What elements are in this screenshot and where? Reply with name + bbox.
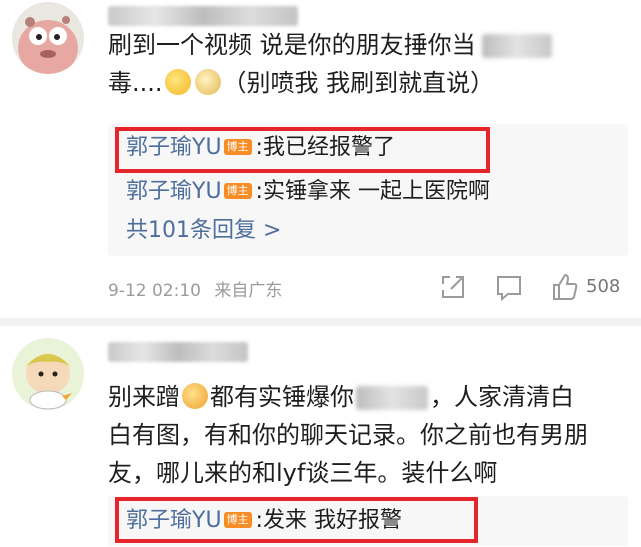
star-emoji-icon (194, 69, 221, 95)
comment-2: 别来蹭 都有实锤爆你 ，人家清清白 白有图，有和你的聊天记录。你之前也有男朋 友，哪… (0, 326, 641, 547)
reply-author[interactable]: 郭子瑜YU (126, 179, 222, 204)
like-count: 508 (586, 276, 621, 297)
comment-meta: 9-12 02:10 来自广东 (108, 276, 282, 301)
comment-source: 来自广东 (214, 281, 283, 301)
avatar[interactable] (12, 338, 84, 410)
reply-text: :实锤拿来 一起上医院啊 (255, 179, 490, 204)
comment-1: 刷到一个视频 说是你的朋友捶你当 毒.... （别喷我 我刷到就直说） 郭子瑜YU… (0, 0, 641, 318)
laugh-emoji-icon (164, 69, 191, 95)
reply-2[interactable]: 郭子瑜YU 博主:实锤拿来 一起上医院啊 (126, 172, 490, 212)
comment-icon[interactable] (492, 270, 526, 304)
username[interactable] (108, 6, 298, 26)
like-icon[interactable] (548, 270, 582, 304)
share-icon[interactable] (436, 270, 470, 304)
comment-separator (0, 318, 641, 326)
comment-text: 别来蹭 都有实锤爆你 ，人家清清白 白有图，有和你的聊天记录。你之前也有男朋 友，哪… (108, 383, 588, 487)
avatar[interactable] (12, 2, 84, 74)
comment-text: 刷到一个视频 说是你的朋友捶你当 毒.... （别喷我 我刷到就直说） (108, 26, 628, 102)
redacted-text (356, 386, 428, 410)
shy-emoji-icon (182, 383, 208, 409)
highlight-box (115, 497, 478, 543)
more-replies-link[interactable]: 共101条回复 > (126, 214, 281, 248)
comment-time: 9-12 02:10 (108, 281, 201, 301)
username[interactable] (108, 342, 248, 362)
redacted-text (481, 34, 552, 58)
blogger-badge: 博主 (223, 183, 252, 199)
highlight-box (115, 127, 490, 173)
